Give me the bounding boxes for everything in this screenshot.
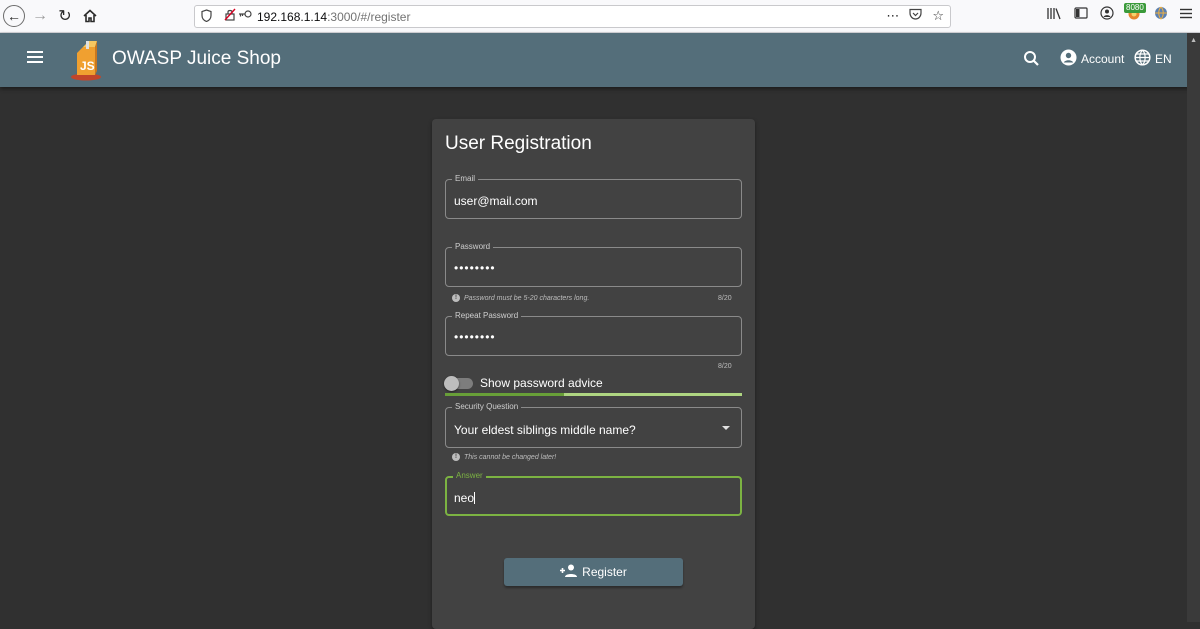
security-question-label: Security Question [452,402,522,412]
url-bar[interactable]: 192.168.1.14:3000/#/register ⋯ ☆ [194,5,951,28]
url-host: 192.168.1.14 [257,10,328,24]
security-question-hint-text: This cannot be changed later! [464,453,557,461]
shield-icon[interactable] [201,9,212,25]
account-label: Account [1081,52,1125,66]
language-label: EN [1155,52,1172,66]
email-field[interactable]: Email [445,174,742,219]
menu-icon[interactable] [27,51,43,64]
pocket-icon[interactable] [909,8,922,24]
forward-arrow-icon[interactable]: → [29,5,51,27]
bookmark-star-icon[interactable]: ☆ [932,8,944,24]
security-question-hint: ! This cannot be changed later! [452,453,556,461]
scroll-up-arrow-icon[interactable]: ▲ [1190,37,1197,44]
library-icon[interactable] [1046,7,1062,23]
page-scrollbar[interactable] [1187,33,1200,622]
password-input[interactable]: •••••••• [454,261,724,275]
dropdown-arrow-icon[interactable] [722,426,730,430]
add-person-icon [560,564,578,580]
url-path: :3000/#/register [327,10,411,24]
app-toolbar: JS OWASP Juice Shop Account EN [0,33,1200,87]
page-title: User Registration [445,133,592,154]
password-hint-text: Password must be 5-20 characters long. [464,294,590,302]
page-actions-icon[interactable]: ⋯ [886,8,899,24]
password-strength-bar [445,393,742,396]
toggle-thumb[interactable] [444,375,459,391]
svg-text:JS: JS [80,59,95,73]
proxy-port-badge: 8080 [1124,3,1146,13]
security-question-value[interactable]: Your eldest siblings middle name? [454,423,724,437]
key-icon[interactable] [238,8,252,22]
language-globe-icon [1134,49,1151,69]
password-field[interactable]: Password •••••••• [445,242,742,287]
profile-icon[interactable] [1100,6,1114,23]
sidebar-icon[interactable] [1074,7,1088,22]
password-label: Password [452,242,494,252]
hamburger-menu-icon[interactable] [1180,7,1192,22]
search-icon[interactable] [1023,50,1041,68]
repeat-password-field[interactable]: Repeat Password •••••••• [445,311,742,356]
registration-card: User Registration Email Password •••••••… [432,119,755,629]
info-icon: ! [452,453,460,461]
extension-globe-icon[interactable] [1154,6,1168,23]
account-circle-icon [1060,49,1077,69]
back-arrow-icon[interactable]: ← [3,5,25,27]
home-icon[interactable] [79,5,101,27]
insecure-lock-icon[interactable] [224,8,236,24]
language-button[interactable]: EN [1134,49,1172,69]
repeat-password-input[interactable]: •••••••• [454,330,724,344]
password-advice-label[interactable]: Show password advice [480,376,603,390]
answer-label: Answer [453,471,486,481]
info-icon: ! [452,294,460,302]
answer-field[interactable]: Answer neo [445,471,742,516]
email-label: Email [452,174,479,184]
password-counter: 8/20 [718,295,732,302]
password-strength-fill [445,393,564,396]
reload-icon[interactable]: ↻ [54,5,76,27]
app-title[interactable]: OWASP Juice Shop [112,48,281,70]
toggle-switch[interactable] [444,375,473,391]
answer-value: neo [454,491,475,505]
email-input[interactable] [454,194,724,208]
register-button[interactable]: Register [504,558,683,586]
password-advice-toggle[interactable]: Show password advice [444,375,603,391]
text-caret [474,492,476,504]
browser-toolbar: ← → ↻ 192.168.1.14:3000/#/register ⋯ ☆ 8… [0,0,1200,33]
url-text[interactable]: 192.168.1.14:3000/#/register [257,10,410,24]
answer-input[interactable]: neo [454,491,724,505]
register-label: Register [582,565,627,579]
account-button[interactable]: Account [1060,49,1124,69]
repeat-password-counter: 8/20 [718,363,732,370]
juice-shop-logo[interactable]: JS [69,39,105,81]
password-hint: ! Password must be 5-20 characters long. [452,294,589,302]
repeat-password-label: Repeat Password [452,311,522,321]
security-question-select[interactable]: Security Question Your eldest siblings m… [445,402,742,448]
